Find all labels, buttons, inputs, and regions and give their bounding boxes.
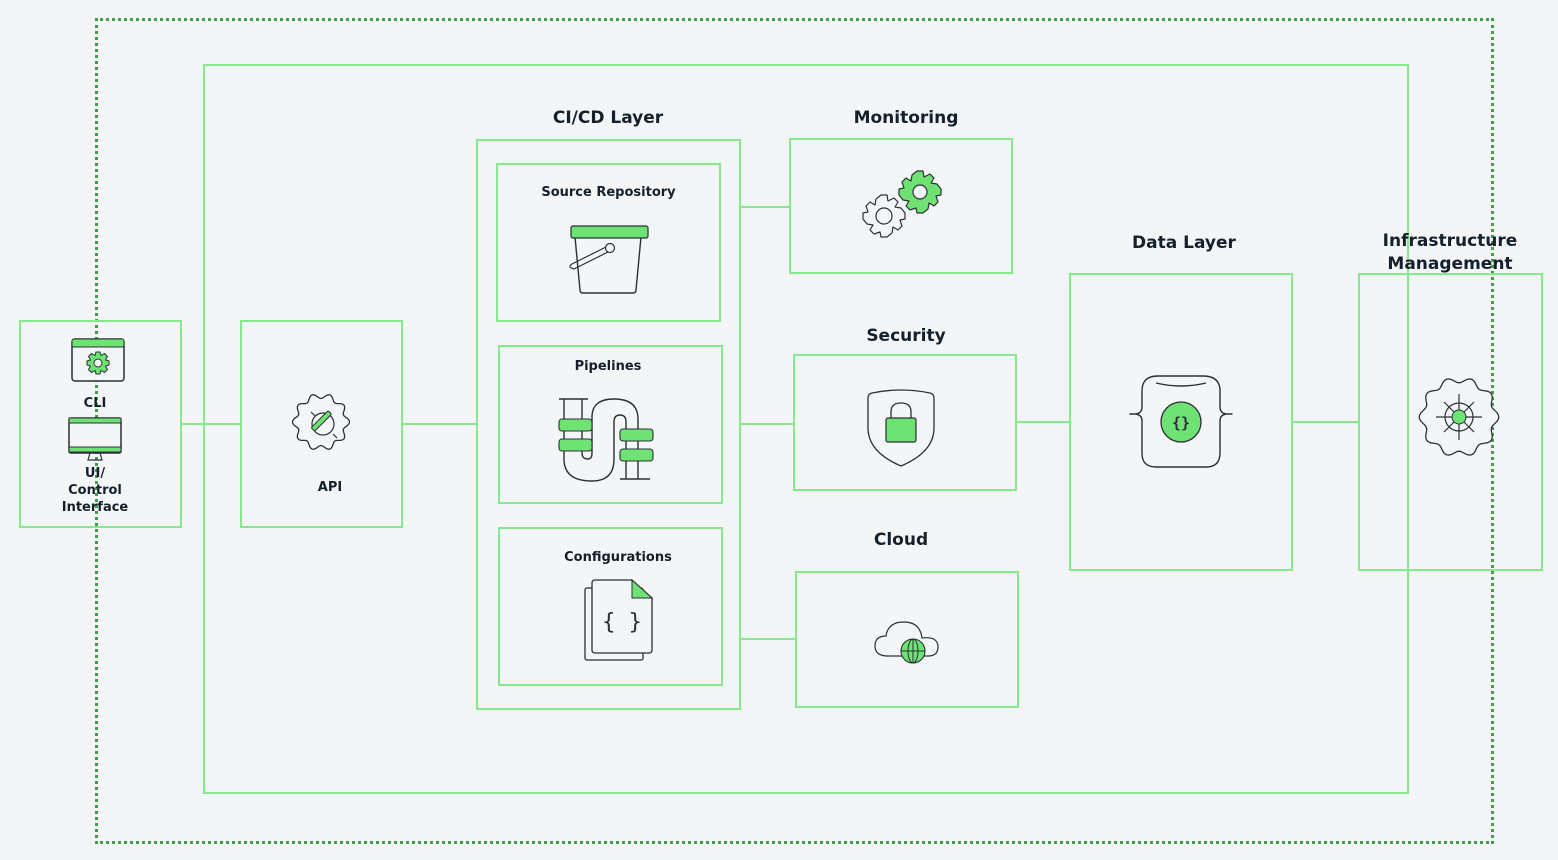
cloud-globe-icon bbox=[874, 621, 939, 664]
ui-label: UI/ Control Interface bbox=[50, 465, 140, 516]
ui-label-line2: Control bbox=[68, 483, 122, 498]
security-title: Security bbox=[866, 326, 946, 346]
svg-text:{ }: { } bbox=[602, 610, 642, 635]
infrastructure-title: Infrastructure Management bbox=[1350, 230, 1550, 276]
pipe-icon bbox=[558, 398, 654, 482]
database-braces-icon: {} bbox=[1129, 375, 1233, 468]
shield-lock-icon bbox=[867, 389, 935, 467]
ui-label-line3: Interface bbox=[61, 500, 129, 515]
connector-client-api bbox=[181, 423, 241, 425]
connector-cicd-security bbox=[740, 423, 794, 425]
infrastructure-title-line1: Infrastructure bbox=[1382, 231, 1518, 251]
cloud-title: Cloud bbox=[873, 530, 929, 550]
connector-cicd-monitoring bbox=[740, 206, 790, 208]
connector-data-infra bbox=[1292, 421, 1360, 423]
svg-text:{}: {} bbox=[1172, 414, 1190, 432]
gear-window-icon bbox=[71, 338, 125, 382]
bucket-icon bbox=[569, 225, 649, 294]
api-gear-plug-icon bbox=[291, 394, 351, 450]
configurations-label: Configurations bbox=[564, 550, 672, 565]
connector-security-data bbox=[1016, 421, 1071, 423]
config-file-icon: { } bbox=[584, 578, 654, 661]
cicd-title: CI/CD Layer bbox=[552, 108, 664, 128]
gears-icon bbox=[862, 170, 942, 238]
cli-label: CLI bbox=[83, 396, 107, 411]
data-layer-title: Data Layer bbox=[1132, 233, 1236, 253]
connector-cicd-cloud bbox=[740, 638, 796, 640]
ui-label-line1: UI/ bbox=[84, 466, 106, 481]
helm-gear-icon bbox=[1418, 378, 1500, 456]
monitoring-title: Monitoring bbox=[853, 108, 959, 128]
source-repository-label: Source Repository bbox=[541, 185, 676, 200]
monitor-icon bbox=[68, 417, 122, 461]
pipelines-label: Pipelines bbox=[574, 359, 642, 374]
api-label: API bbox=[317, 480, 343, 495]
connector-api-cicd bbox=[401, 423, 478, 425]
